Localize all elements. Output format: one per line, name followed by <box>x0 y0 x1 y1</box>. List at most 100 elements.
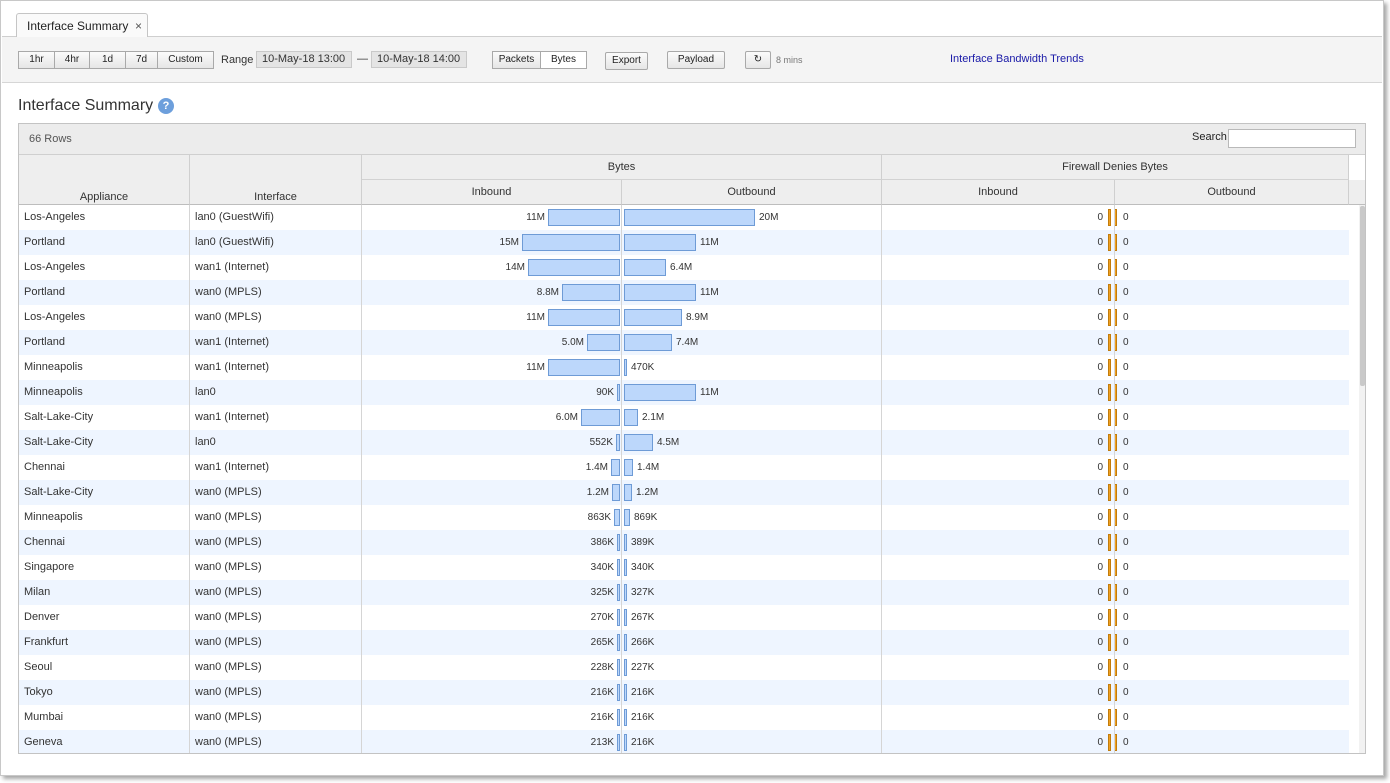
outbound-bar <box>624 309 682 326</box>
table-row[interactable]: Minneapolis wan0 (MPLS) 863K 869K 0 0 <box>19 505 1349 530</box>
outbound-bar <box>624 234 696 251</box>
fw-outbound-value: 0 <box>1123 612 1129 623</box>
table-row[interactable]: Chennai wan1 (Internet) 1.4M 1.4M 0 0 <box>19 455 1349 480</box>
table-row[interactable]: Frankfurt wan0 (MPLS) 265K 266K 0 0 <box>19 630 1349 655</box>
inbound-value: 11M <box>526 312 545 323</box>
column-header-interface[interactable]: Interface <box>190 155 362 205</box>
interface-cell: wan0 (MPLS) <box>195 586 262 598</box>
outbound-value: 2.1M <box>642 412 665 423</box>
inbound-bar <box>548 309 620 326</box>
fw-inbound-value: 0 <box>1097 537 1103 548</box>
scrollbar-thumb[interactable] <box>1360 206 1365 386</box>
range-to-field[interactable]: 10-May-18 14:00 <box>371 51 467 68</box>
interface-cell: wan1 (Internet) <box>195 361 269 373</box>
table-row[interactable]: Minneapolis lan0 90K 11M 0 0 <box>19 380 1349 405</box>
table-row[interactable]: Tokyo wan0 (MPLS) 216K 216K 0 0 <box>19 680 1349 705</box>
fw-inbound-value: 0 <box>1097 612 1103 623</box>
fw-inbound-value: 0 <box>1097 412 1103 423</box>
inbound-bar <box>581 409 620 426</box>
range-from-field[interactable]: 10-May-18 13:00 <box>256 51 352 68</box>
column-header-fw-outbound[interactable]: Outbound <box>1115 180 1349 205</box>
interface-cell: wan1 (Internet) <box>195 336 269 348</box>
outbound-value: 216K <box>631 687 655 698</box>
help-icon[interactable]: ? <box>158 98 174 114</box>
outbound-bar <box>624 509 630 526</box>
table-row[interactable]: Denver wan0 (MPLS) 270K 267K 0 0 <box>19 605 1349 630</box>
column-header-fw-inbound[interactable]: Inbound <box>882 180 1115 205</box>
table-row[interactable]: Minneapolis wan1 (Internet) 11M 470K 0 0 <box>19 355 1349 380</box>
fw-outbound-value: 0 <box>1123 412 1129 423</box>
table-row[interactable]: Mumbai wan0 (MPLS) 216K 216K 0 0 <box>19 705 1349 730</box>
outbound-bar <box>624 634 627 651</box>
fw-outbound-value: 0 <box>1123 537 1129 548</box>
range-1d-button[interactable]: 1d <box>89 51 126 69</box>
group-header-bytes: Bytes <box>362 155 882 180</box>
outbound-value: 20M <box>759 212 779 223</box>
interface-bandwidth-trends-link[interactable]: Interface Bandwidth Trends <box>950 53 1084 65</box>
table-row[interactable]: Los-Angeles wan1 (Internet) 14M 6.4M 0 0 <box>19 255 1349 280</box>
rows-count: 66 Rows <box>29 133 72 145</box>
search-input[interactable] <box>1228 129 1356 148</box>
fw-inbound-bar <box>1108 234 1111 251</box>
table-row[interactable]: Geneva wan0 (MPLS) 213K 216K 0 0 <box>19 730 1349 753</box>
fw-inbound-bar <box>1108 509 1111 526</box>
fw-outbound-value: 0 <box>1123 562 1129 573</box>
range-4hr-button[interactable]: 4hr <box>54 51 90 69</box>
column-divider <box>621 205 622 753</box>
table-row[interactable]: Salt-Lake-City wan1 (Internet) 6.0M 2.1M 0 0 <box>19 405 1349 430</box>
fw-inbound-value: 0 <box>1097 312 1103 323</box>
inbound-value: 14M <box>505 262 525 273</box>
inbound-bar <box>617 634 620 651</box>
tab-label: Interface Summary <box>27 19 129 33</box>
appliance-cell: Geneva <box>24 736 63 748</box>
grid-toolbar: 66 Rows Search <box>19 124 1365 155</box>
interface-cell: wan0 (MPLS) <box>195 511 262 523</box>
fw-outbound-value: 0 <box>1123 287 1129 298</box>
bytes-button[interactable]: Bytes <box>540 51 587 69</box>
table-row[interactable]: Salt-Lake-City lan0 552K 4.5M 0 0 <box>19 430 1349 455</box>
export-button[interactable]: Export <box>605 52 648 70</box>
table-row[interactable]: Singapore wan0 (MPLS) 340K 340K 0 0 <box>19 555 1349 580</box>
search-label: Search <box>1192 131 1227 143</box>
fw-inbound-bar <box>1108 734 1111 751</box>
table-row[interactable]: Los-Angeles lan0 (GuestWifi) 11M 20M 0 0 <box>19 205 1349 230</box>
fw-outbound-value: 0 <box>1123 387 1129 398</box>
interface-cell: wan0 (MPLS) <box>195 311 262 323</box>
table-row[interactable]: Portland wan1 (Internet) 5.0M 7.4M 0 0 <box>19 330 1349 355</box>
outbound-bar <box>624 359 627 376</box>
refresh-icon[interactable]: ↻ <box>745 51 771 69</box>
table-row[interactable]: Seoul wan0 (MPLS) 228K 227K 0 0 <box>19 655 1349 680</box>
inbound-bar <box>522 234 620 251</box>
payload-button[interactable]: Payload <box>667 51 725 69</box>
range-custom-button[interactable]: Custom <box>157 51 214 69</box>
range-7d-button[interactable]: 7d <box>125 51 158 69</box>
appliance-cell: Seoul <box>24 661 53 673</box>
fw-inbound-bar <box>1108 634 1111 651</box>
inbound-bar <box>612 484 620 501</box>
outbound-bar <box>624 334 672 351</box>
table-row[interactable]: Portland lan0 (GuestWifi) 15M 11M 0 0 <box>19 230 1349 255</box>
outbound-bar <box>624 684 627 701</box>
appliance-cell: Tokyo <box>24 686 53 698</box>
range-1hr-button[interactable]: 1hr <box>18 51 55 69</box>
table-row[interactable]: Los-Angeles wan0 (MPLS) 11M 8.9M 0 0 <box>19 305 1349 330</box>
table-row[interactable]: Portland wan0 (MPLS) 8.8M 11M 0 0 <box>19 280 1349 305</box>
inbound-bar <box>617 584 620 601</box>
close-icon[interactable]: × <box>135 19 142 33</box>
inbound-bar <box>548 359 620 376</box>
inbound-bar <box>611 459 620 476</box>
column-header-outbound[interactable]: Outbound <box>622 180 882 205</box>
table-row[interactable]: Salt-Lake-City wan0 (MPLS) 1.2M 1.2M 0 0 <box>19 480 1349 505</box>
fw-outbound-value: 0 <box>1123 637 1129 648</box>
table-row[interactable]: Milan wan0 (MPLS) 325K 327K 0 0 <box>19 580 1349 605</box>
fw-inbound-bar <box>1108 584 1111 601</box>
fw-inbound-bar <box>1108 359 1111 376</box>
tab-interface-summary[interactable]: Interface Summary × <box>16 13 148 38</box>
column-header-appliance[interactable]: Appliance <box>19 155 190 205</box>
fw-inbound-bar <box>1108 409 1111 426</box>
packets-button[interactable]: Packets <box>492 51 541 69</box>
outbound-value: 7.4M <box>676 337 699 348</box>
outbound-value: 340K <box>631 562 655 573</box>
table-row[interactable]: Chennai wan0 (MPLS) 386K 389K 0 0 <box>19 530 1349 555</box>
column-header-inbound[interactable]: Inbound <box>362 180 622 205</box>
